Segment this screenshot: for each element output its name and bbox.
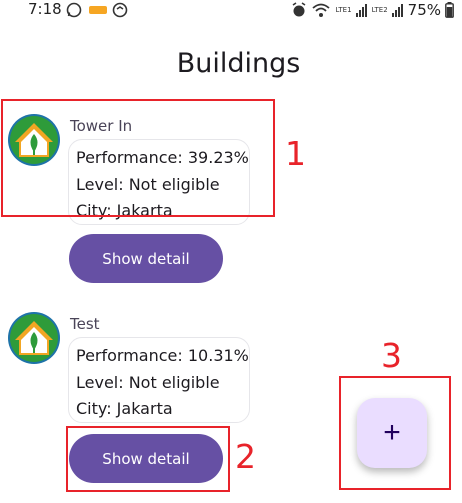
annotation-box-2: [66, 426, 230, 492]
page-title: Buildings: [176, 48, 301, 79]
building-name: Test: [70, 315, 100, 333]
whatsapp-icon: [66, 2, 82, 18]
show-detail-button[interactable]: Show detail: [69, 234, 223, 283]
annotation-box-1: [1, 99, 275, 217]
building-avatar-icon: [8, 312, 60, 364]
battery-icon: [445, 2, 454, 18]
shopee-icon: [89, 6, 107, 14]
status-icons: LTE1 LTE2 75%: [291, 0, 454, 20]
signal-icon: [391, 4, 403, 17]
signal-icon: [355, 4, 367, 17]
building-performance: Performance: 10.31%: [76, 346, 249, 365]
building-info-box: Performance: 10.31% Level: Not eligible …: [68, 337, 250, 423]
annotation-box-3: [339, 376, 451, 490]
building-city: City: Jakarta: [76, 399, 173, 418]
sim2-label: LTE2: [371, 5, 388, 14]
annotation-label-1: 1: [285, 134, 306, 173]
sim1-label: LTE1: [335, 5, 352, 14]
wifi-icon: [312, 3, 331, 17]
alarm-icon: [293, 2, 306, 17]
status-time: 7:18: [28, 0, 62, 18]
building-level: Level: Not eligible: [76, 372, 220, 392]
annotation-label-2: 2: [235, 437, 256, 476]
messenger-icon: [112, 2, 128, 18]
annotation-label-3: 3: [381, 336, 402, 375]
status-bar: 7:18 LTE1 LTE2 75%: [0, 0, 462, 20]
battery-percent: 75%: [407, 1, 441, 19]
